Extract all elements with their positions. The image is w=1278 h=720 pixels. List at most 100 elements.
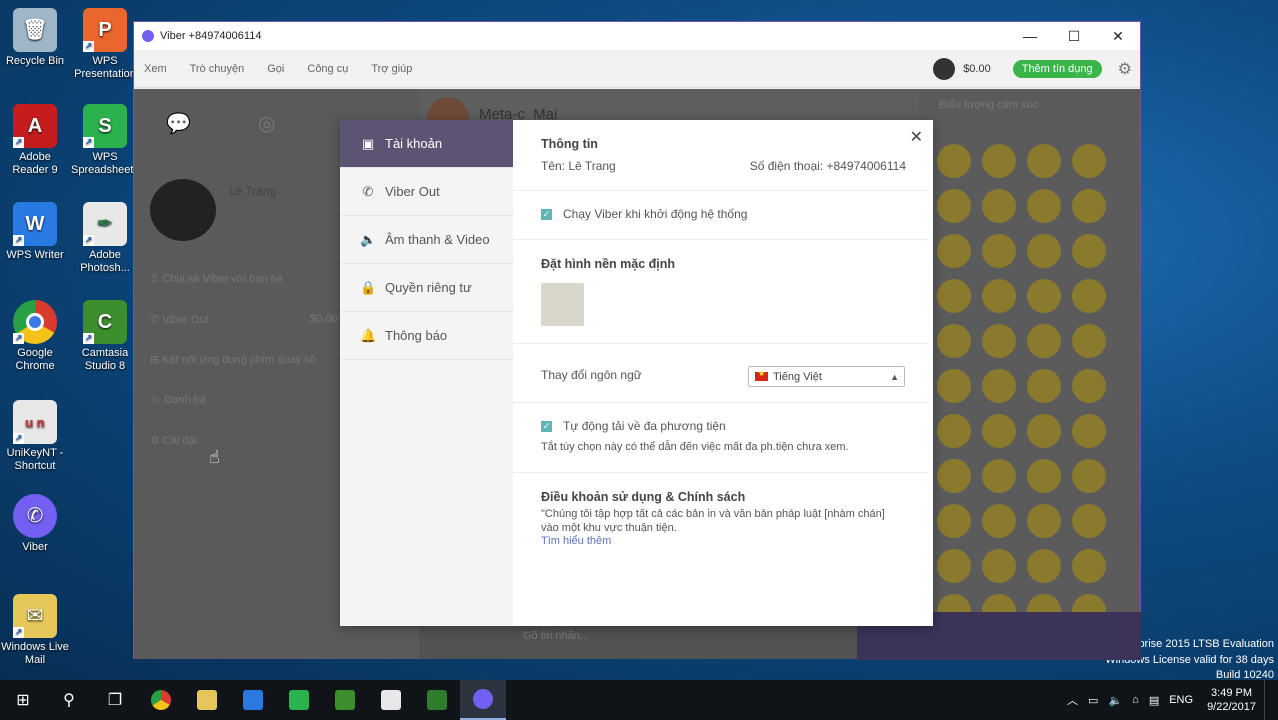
menu-xem[interactable]: Xem [144, 63, 167, 75]
emoji-sticker[interactable] [1027, 504, 1061, 538]
show-desktop-button[interactable] [1264, 680, 1270, 720]
emoji-sticker[interactable] [1072, 144, 1106, 178]
emoji-sticker[interactable] [982, 369, 1016, 403]
buy-credit-button[interactable]: Thêm tín dụng [1012, 59, 1102, 78]
left-row-contacts[interactable]: ☺ Danh bạ [150, 394, 206, 406]
nav-account[interactable]: ▣ Tài khoản [340, 120, 513, 168]
sticker-search[interactable]: Biểu tượng cảm xúc [939, 99, 1038, 111]
desktop-icon-photoshop[interactable]: ✒ Adobe Photosh... [70, 202, 140, 275]
emoji-sticker[interactable] [937, 549, 971, 583]
taskbar-file-explorer[interactable] [184, 680, 230, 720]
chat-bubble-icon[interactable]: 💬 [166, 111, 191, 136]
search-icon[interactable]: ⚲ [46, 680, 92, 720]
emoji-sticker[interactable] [1072, 324, 1106, 358]
emoji-sticker[interactable] [937, 504, 971, 538]
emoji-sticker[interactable] [937, 234, 971, 268]
emoji-sticker[interactable] [982, 324, 1016, 358]
emoji-sticker[interactable] [1072, 234, 1106, 268]
emoji-sticker[interactable] [937, 459, 971, 493]
emoji-sticker[interactable] [937, 324, 971, 358]
taskbar-wps-spreadsheets[interactable] [276, 680, 322, 720]
input-language[interactable]: ENG [1169, 694, 1193, 706]
emoji-sticker[interactable] [1027, 144, 1061, 178]
emoji-sticker[interactable] [1027, 369, 1061, 403]
emoji-sticker[interactable] [982, 459, 1016, 493]
desktop-icon-chrome[interactable]: Google Chrome [0, 300, 70, 373]
desktop-icon-wps-presentation[interactable]: P WPS Presentation [70, 8, 140, 81]
taskbar-camtasia[interactable] [322, 680, 368, 720]
emoji-sticker[interactable] [1027, 549, 1061, 583]
desktop-icon-wps-spreadsheets[interactable]: S WPS Spreadsheets [70, 104, 140, 177]
emoji-sticker[interactable] [1027, 279, 1061, 313]
emoji-sticker[interactable] [1072, 369, 1106, 403]
desktop-icon-viber[interactable]: ✆ Viber [0, 494, 70, 554]
taskbar-camtasia-recorder[interactable] [414, 680, 460, 720]
emoji-sticker[interactable] [1072, 414, 1106, 448]
taskbar-chrome[interactable] [138, 680, 184, 720]
emoji-sticker[interactable] [937, 144, 971, 178]
emoji-sticker[interactable] [982, 234, 1016, 268]
emoji-sticker[interactable] [1027, 189, 1061, 223]
emoji-sticker[interactable] [937, 369, 971, 403]
taskbar-photoshop[interactable] [368, 680, 414, 720]
left-row-share[interactable]: ⇪ Chia sẻ Viber với bạn bè [150, 272, 283, 285]
left-row-settings[interactable]: ⚙ Cài đặt [150, 434, 198, 447]
close-window-button[interactable]: ✕ [1096, 28, 1140, 45]
language-select[interactable]: Tiếng Việt ▲ [748, 366, 905, 387]
start-button[interactable]: ⊞ [0, 680, 46, 720]
emoji-sticker[interactable] [937, 414, 971, 448]
menu-tro-chuyen[interactable]: Trò chuyện [190, 63, 245, 75]
emoji-sticker[interactable] [982, 144, 1016, 178]
composer-input[interactable]: Gõ tin nhắn... [523, 630, 589, 642]
emoji-sticker[interactable] [982, 414, 1016, 448]
action-center-icon[interactable]: ▤ [1149, 694, 1159, 707]
menu-goi[interactable]: Gọi [267, 63, 284, 75]
emoji-sticker[interactable] [982, 189, 1016, 223]
emoji-sticker[interactable] [982, 504, 1016, 538]
network-icon[interactable]: ⌂ [1132, 694, 1139, 706]
nav-notifications[interactable]: 🔔 Thông báo [340, 312, 513, 360]
emoji-sticker[interactable] [937, 189, 971, 223]
emoji-sticker[interactable] [1072, 279, 1106, 313]
nav-audio-video[interactable]: 🔈 Âm thanh & Video [340, 216, 513, 264]
emoji-sticker[interactable] [982, 549, 1016, 583]
emoji-sticker[interactable] [1072, 504, 1106, 538]
nav-viber-out[interactable]: ✆ Viber Out [340, 168, 513, 216]
gear-icon[interactable]: ⚙ [1118, 59, 1132, 79]
close-dialog-button[interactable]: ✕ [910, 127, 923, 147]
call-log-icon[interactable]: ◎ [258, 111, 275, 136]
default-background-thumbnail[interactable] [541, 283, 584, 326]
taskbar-wps-writer[interactable] [230, 680, 276, 720]
startup-checkbox[interactable]: ✓ [541, 209, 552, 221]
minimize-button[interactable]: — [1008, 28, 1052, 45]
task-view-icon[interactable]: ❐ [92, 680, 138, 720]
emoji-sticker[interactable] [1027, 234, 1061, 268]
emoji-sticker[interactable] [1027, 459, 1061, 493]
emoji-sticker[interactable] [1027, 324, 1061, 358]
desktop-icon-wps-writer[interactable]: W WPS Writer [0, 202, 70, 262]
emoji-sticker[interactable] [1072, 189, 1106, 223]
left-row-dialer[interactable]: ⊞ Kết nối ứng dụng phím quay số [150, 353, 316, 366]
account-avatar[interactable] [933, 57, 956, 80]
autodownload-checkbox[interactable]: ✓ [541, 421, 552, 433]
desktop-icon-camtasia[interactable]: C Camtasia Studio 8 [70, 300, 140, 373]
taskbar-viber[interactable] [460, 680, 506, 720]
desktop-icon-unikey[interactable]: u n UniKeyNT - Shortcut [0, 400, 70, 473]
chevron-up-icon[interactable]: ︿ [1067, 692, 1078, 708]
emoji-sticker[interactable] [982, 279, 1016, 313]
menu-cong-cu[interactable]: Công cụ [307, 63, 348, 75]
left-row-viber-out[interactable]: ✆ Viber Out [150, 313, 209, 326]
desktop-icon-live-mail[interactable]: ✉ Windows Live Mail [0, 594, 70, 667]
battery-icon[interactable]: ▭ [1088, 694, 1098, 707]
menu-tro-giup[interactable]: Trợ giúp [371, 63, 412, 75]
volume-icon[interactable]: 🔈 [1108, 694, 1122, 707]
learn-more-link[interactable]: Tìm hiểu thêm [541, 535, 906, 547]
emoji-sticker[interactable] [1072, 459, 1106, 493]
emoji-sticker[interactable] [1027, 414, 1061, 448]
clock[interactable]: 3:49 PM 9/22/2017 [1207, 686, 1256, 714]
nav-privacy[interactable]: 🔒 Quyền riêng tư [340, 264, 513, 312]
desktop-icon-adobe-reader[interactable]: A Adobe Reader 9 [0, 104, 70, 177]
desktop-icon-recycle-bin[interactable]: 🗑 Recycle Bin [0, 8, 70, 68]
emoji-sticker[interactable] [1072, 549, 1106, 583]
emoji-sticker[interactable] [937, 279, 971, 313]
